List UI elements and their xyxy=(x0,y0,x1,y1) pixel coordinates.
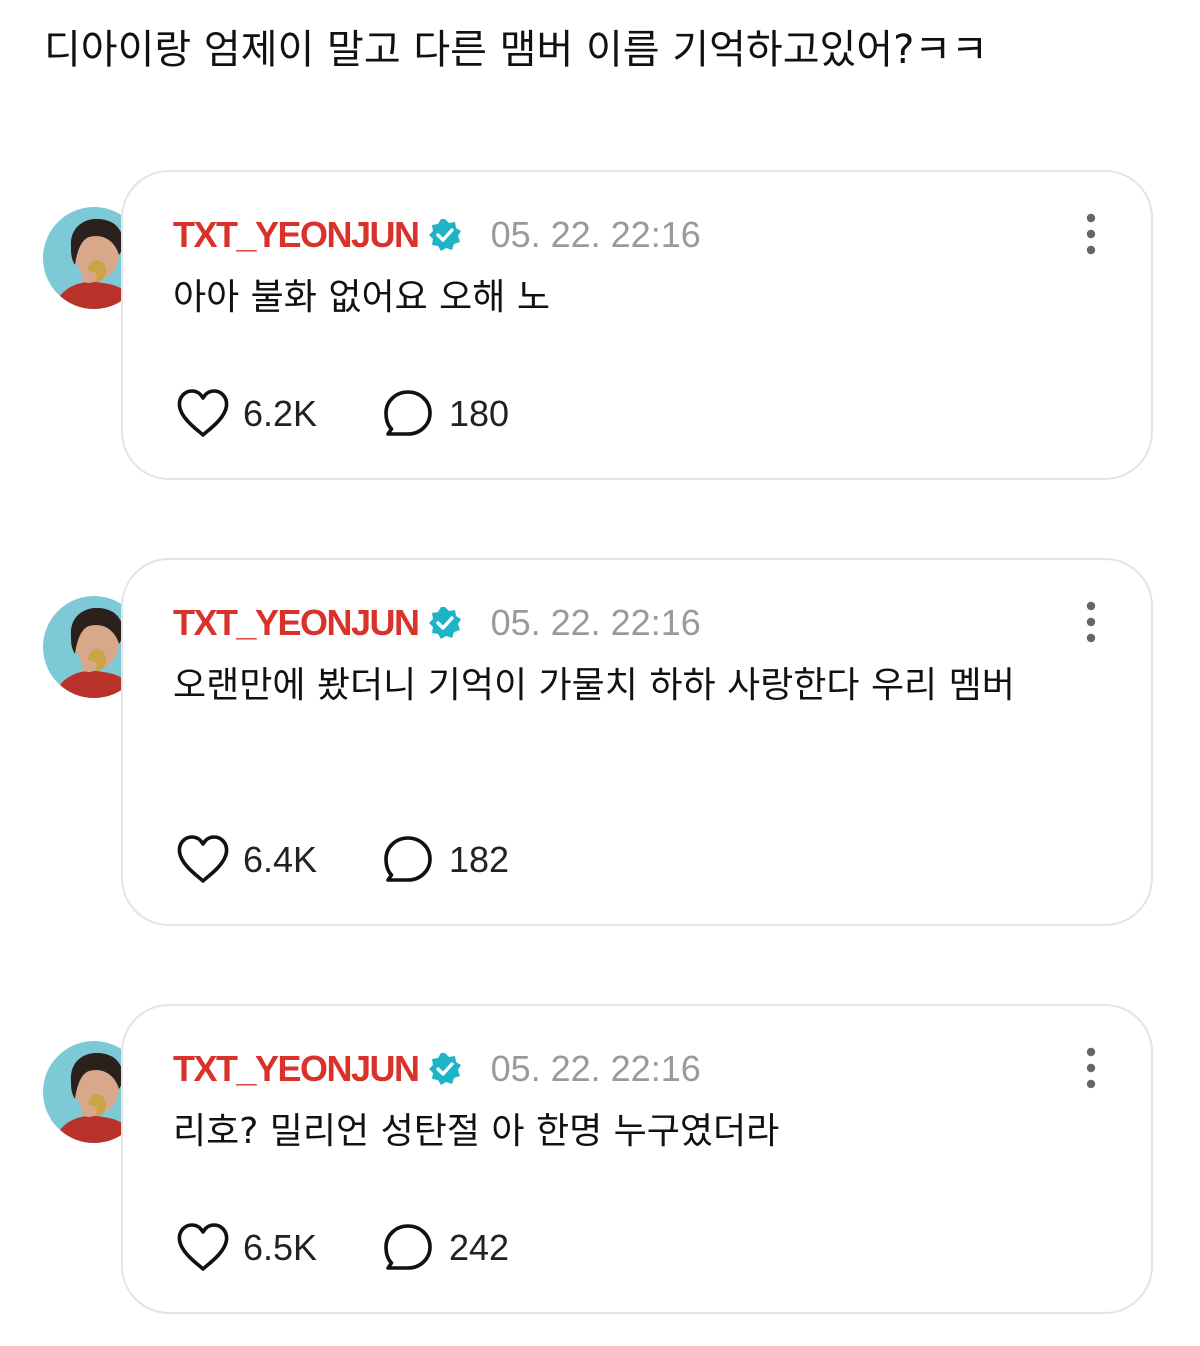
comment-header: TXT_YEONJUN 05. 22. 22:16 xyxy=(173,600,701,646)
like-button[interactable]: 6.4K xyxy=(175,832,381,888)
reply-count: 182 xyxy=(449,839,510,880)
verified-badge-icon xyxy=(427,1051,463,1087)
username[interactable]: TXT_YEONJUN xyxy=(173,602,420,644)
like-count: 6.4K xyxy=(243,839,318,880)
reply-button[interactable]: 182 xyxy=(381,832,509,888)
heart-icon xyxy=(175,386,231,442)
comment-card: TXT_YEONJUN 05. 22. 22:16 오랜만에 봤더니 기억이 가… xyxy=(121,558,1153,926)
more-vertical-icon[interactable] xyxy=(1079,212,1103,256)
timestamp: 05. 22. 22:16 xyxy=(490,214,701,255)
like-count: 6.2K xyxy=(243,393,318,434)
comment-actions: 6.4K 182 xyxy=(175,830,509,890)
heart-icon xyxy=(175,832,231,888)
comment-text: 아아 불화 없어요 오해 노 xyxy=(173,277,550,318)
comment-header: TXT_YEONJUN 05. 22. 22:16 xyxy=(173,1046,701,1092)
comment-actions: 6.5K 242 xyxy=(175,1218,509,1278)
question-text: 디아이랑 엄제이 말고 다른 맴버 이름 기억하고있어?ㅋㅋ xyxy=(44,27,988,73)
reply-count: 180 xyxy=(449,393,510,434)
like-button[interactable]: 6.2K xyxy=(175,386,381,442)
username[interactable]: TXT_YEONJUN xyxy=(173,214,420,256)
comment-card: TXT_YEONJUN 05. 22. 22:16 아아 불화 없어요 오해 노… xyxy=(121,170,1153,480)
like-count: 6.5K xyxy=(243,1227,318,1268)
more-vertical-icon[interactable] xyxy=(1079,1046,1103,1090)
reply-count: 242 xyxy=(449,1227,510,1268)
reply-button[interactable]: 242 xyxy=(381,1220,509,1276)
comment-card: TXT_YEONJUN 05. 22. 22:16 리호? 밀리언 성탄절 아 … xyxy=(121,1004,1153,1314)
speech-bubble-icon xyxy=(381,1220,437,1276)
comment-text: 리호? 밀리언 성탄절 아 한명 누구였더라 xyxy=(173,1111,780,1152)
comment-text: 오랜만에 봤더니 기억이 가물치 하하 사랑한다 우리 멤버 xyxy=(173,665,1015,706)
verified-badge-icon xyxy=(427,217,463,253)
comment-actions: 6.2K 180 xyxy=(175,384,509,444)
timestamp: 05. 22. 22:16 xyxy=(490,1048,701,1089)
speech-bubble-icon xyxy=(381,832,437,888)
comment-header: TXT_YEONJUN 05. 22. 22:16 xyxy=(173,212,701,258)
username[interactable]: TXT_YEONJUN xyxy=(173,1048,420,1090)
like-button[interactable]: 6.5K xyxy=(175,1220,381,1276)
reply-button[interactable]: 180 xyxy=(381,386,509,442)
more-vertical-icon[interactable] xyxy=(1079,600,1103,644)
heart-icon xyxy=(175,1220,231,1276)
timestamp: 05. 22. 22:16 xyxy=(490,602,701,643)
verified-badge-icon xyxy=(427,605,463,641)
speech-bubble-icon xyxy=(381,386,437,442)
